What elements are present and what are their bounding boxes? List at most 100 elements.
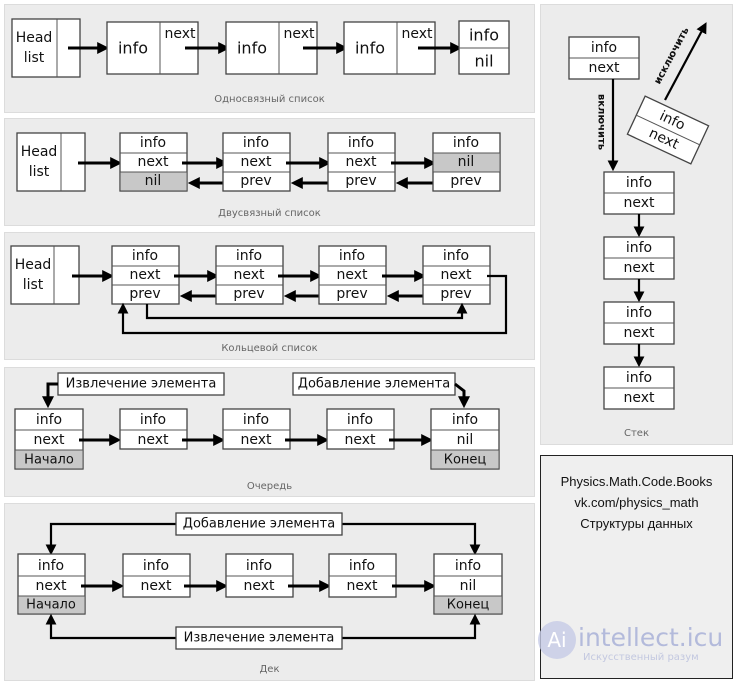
- info-field: info: [453, 135, 479, 151]
- watermark-brand: intellect.icu: [578, 623, 724, 652]
- pop-label: исключить: [652, 26, 691, 87]
- singly-linked-list: Head list info next info next info next: [11, 18, 510, 78]
- extract-arrow-left: [45, 613, 176, 640]
- push-label: включить: [596, 94, 607, 150]
- deque-node: info next: [122, 553, 191, 598]
- stack-new-node: info next: [568, 36, 640, 80]
- list-node: info nil prev: [432, 132, 501, 192]
- queue-node: info next: [222, 408, 291, 450]
- stack-node: info next: [603, 236, 675, 280]
- deque-diagram: Добавление элемента info next Начало inf…: [17, 512, 503, 650]
- prev-field: prev: [129, 286, 160, 302]
- extract-arrow-right: [342, 613, 481, 640]
- info-field: info: [339, 248, 365, 264]
- list-node: info next: [106, 21, 199, 75]
- next-field: next: [623, 390, 655, 406]
- info-field: info: [143, 558, 169, 574]
- next-field: next: [240, 154, 272, 170]
- info-field: info: [355, 39, 385, 58]
- info-field: info: [469, 26, 499, 45]
- next-field: next: [588, 60, 620, 76]
- add-arrow-right: [342, 522, 481, 556]
- start-label: Начало: [26, 598, 76, 613]
- info-field: info: [243, 412, 269, 428]
- nil-field: nil: [145, 173, 162, 189]
- circular-list: Head list info next prev info next prev: [10, 245, 508, 335]
- next-field: next: [233, 267, 265, 283]
- info-field: info: [347, 412, 373, 428]
- list-node: info next prev: [215, 245, 284, 305]
- deque-head-node: info next Начало: [17, 553, 86, 615]
- end-label: Конец: [444, 453, 487, 468]
- stack-node: info next: [603, 301, 675, 345]
- list-label: list: [29, 164, 50, 180]
- info-field: info: [348, 135, 374, 151]
- next-field: next: [129, 267, 161, 283]
- next-field: next: [336, 267, 368, 283]
- tail-node: info nil: [458, 20, 510, 75]
- end-label: Конец: [447, 598, 490, 613]
- next-field: next: [623, 325, 655, 341]
- stack-popped-node: info next: [626, 95, 710, 165]
- deque-tail-node: info nil Конец: [433, 553, 503, 615]
- info-field: info: [118, 39, 148, 58]
- info-field: info: [140, 135, 166, 151]
- prev-field: prev: [345, 173, 376, 189]
- nil-field: nil: [460, 578, 477, 594]
- info-field: info: [237, 39, 267, 58]
- list-node: info next nil: [119, 132, 188, 192]
- wraparound-prev-arrow: [145, 302, 468, 320]
- next-field: next: [344, 432, 376, 448]
- next-field: next: [345, 154, 377, 170]
- add-label: Добавление элемента: [183, 517, 335, 532]
- add-arrow: [454, 382, 470, 409]
- prev-field: prev: [440, 286, 471, 302]
- doubly-linked-list: Head list info next nil info next prev i…: [16, 132, 501, 192]
- info-field: info: [132, 248, 158, 264]
- stack-node: info next: [603, 366, 675, 410]
- credit-line-1: Physics.Math.Code.Books: [560, 474, 713, 489]
- next-field: next: [137, 154, 169, 170]
- info-field: info: [349, 558, 375, 574]
- add-label-box: Добавление элемента: [292, 372, 456, 396]
- next-field: next: [401, 26, 433, 42]
- info-field: info: [140, 412, 166, 428]
- next-field: next: [240, 432, 272, 448]
- deque-node: info next: [225, 553, 294, 598]
- next-field: next: [164, 26, 196, 42]
- info-field: info: [626, 370, 652, 386]
- prev-field: prev: [450, 173, 481, 189]
- extract-label-box: Извлечение элемента: [175, 626, 343, 650]
- list-node: info next prev: [111, 245, 180, 305]
- extract-label: Извлечение элемента: [184, 631, 335, 646]
- list-label: list: [23, 277, 44, 293]
- next-field: next: [243, 578, 275, 594]
- info-field: info: [243, 135, 269, 151]
- start-label: Начало: [24, 453, 74, 468]
- info-field: info: [236, 248, 262, 264]
- next-field: next: [623, 260, 655, 276]
- nil-field: nil: [458, 154, 475, 170]
- queue-head-node: info next Начало: [14, 408, 84, 470]
- svg-text:Ai: Ai: [547, 628, 566, 652]
- prev-field: prev: [233, 286, 264, 302]
- info-field: info: [246, 558, 272, 574]
- head-node: Head list: [16, 132, 86, 192]
- next-field: next: [35, 578, 67, 594]
- nil-field: nil: [474, 52, 493, 71]
- list-label: list: [24, 50, 45, 66]
- queue-tail-node: info nil Конец: [430, 408, 500, 470]
- info-field: info: [626, 305, 652, 321]
- stack-node: info next: [603, 171, 675, 215]
- queue-node: info next: [326, 408, 395, 450]
- info-field: info: [38, 558, 64, 574]
- nil-field: nil: [457, 432, 474, 448]
- head-node: Head list: [10, 245, 80, 305]
- info-field: info: [452, 412, 478, 428]
- info-field: info: [455, 558, 481, 574]
- info-field: info: [626, 240, 652, 256]
- info-field: info: [626, 175, 652, 191]
- prev-field: prev: [336, 286, 367, 302]
- next-field: next: [137, 432, 169, 448]
- info-field: info: [36, 412, 62, 428]
